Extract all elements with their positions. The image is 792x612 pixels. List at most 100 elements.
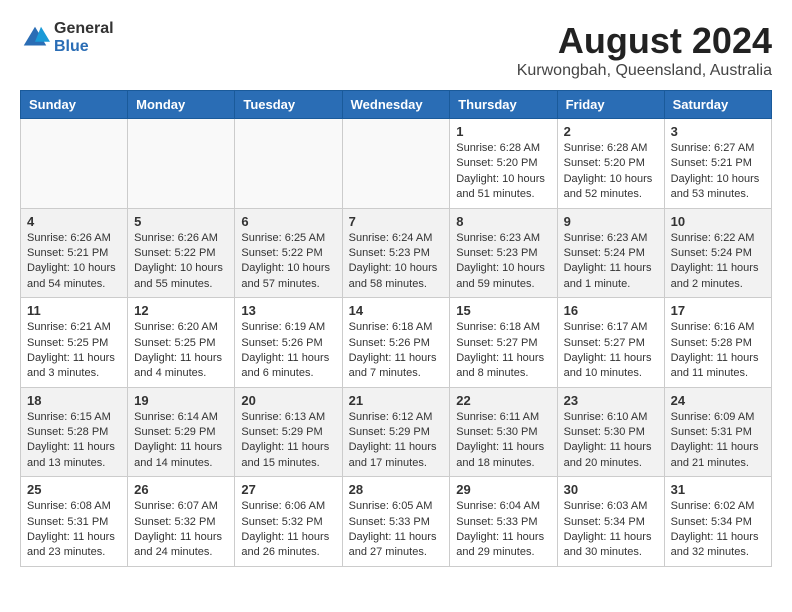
logo-text: General Blue bbox=[54, 20, 114, 55]
day-number: 4 bbox=[27, 214, 121, 229]
calendar-day: 2 Sunrise: 6:28 AMSunset: 5:20 PMDaylight… bbox=[557, 119, 664, 209]
calendar-day: 11Sunrise: 6:21 AMSunset: 5:25 PMDayligh… bbox=[21, 298, 128, 388]
day-number: 19 bbox=[134, 393, 228, 408]
day-info: Sunrise: 6:25 AMSunset: 5:22 PMDaylight:… bbox=[241, 231, 335, 293]
day-info: Sunrise: 6:22 AMSunset: 5:24 PMDaylight:… bbox=[671, 231, 765, 293]
day-info: Sunrise: 6:18 AMSunset: 5:27 PMDaylight:… bbox=[456, 320, 550, 382]
calendar-day bbox=[342, 119, 450, 209]
calendar-day: 8 Sunrise: 6:23 AMSunset: 5:23 PMDaylight… bbox=[450, 208, 557, 298]
day-number: 24 bbox=[671, 393, 765, 408]
day-info: Sunrise: 6:26 AMSunset: 5:22 PMDaylight:… bbox=[134, 231, 228, 293]
calendar-week-3: 11Sunrise: 6:21 AMSunset: 5:25 PMDayligh… bbox=[21, 298, 772, 388]
day-info: Sunrise: 6:13 AMSunset: 5:29 PMDaylight:… bbox=[241, 410, 335, 472]
day-number: 31 bbox=[671, 482, 765, 497]
calendar-day: 19Sunrise: 6:14 AMSunset: 5:29 PMDayligh… bbox=[128, 387, 235, 477]
calendar-day bbox=[235, 119, 342, 209]
day-number: 20 bbox=[241, 393, 335, 408]
logo-icon bbox=[20, 23, 50, 53]
calendar-day bbox=[21, 119, 128, 209]
day-number: 11 bbox=[27, 303, 121, 318]
day-header-monday: Monday bbox=[128, 91, 235, 119]
calendar-week-2: 4 Sunrise: 6:26 AMSunset: 5:21 PMDaylight… bbox=[21, 208, 772, 298]
page-header: General Blue August 2024 Kurwongbah, Que… bbox=[20, 20, 772, 80]
day-number: 7 bbox=[349, 214, 444, 229]
day-number: 13 bbox=[241, 303, 335, 318]
day-info: Sunrise: 6:11 AMSunset: 5:30 PMDaylight:… bbox=[456, 410, 550, 472]
calendar-day: 21 Sunrise: 6:12 AMSunset: 5:29 PMDayligh… bbox=[342, 387, 450, 477]
day-number: 2 bbox=[564, 124, 658, 139]
calendar-day: 14Sunrise: 6:18 AMSunset: 5:26 PMDayligh… bbox=[342, 298, 450, 388]
calendar-day: 26 Sunrise: 6:07 AMSunset: 5:32 PMDayligh… bbox=[128, 477, 235, 567]
day-info: Sunrise: 6:03 AMSunset: 5:34 PMDaylight:… bbox=[564, 499, 658, 561]
day-number: 18 bbox=[27, 393, 121, 408]
calendar-day bbox=[128, 119, 235, 209]
day-number: 26 bbox=[134, 482, 228, 497]
day-number: 10 bbox=[671, 214, 765, 229]
day-header-friday: Friday bbox=[557, 91, 664, 119]
day-info: Sunrise: 6:23 AMSunset: 5:23 PMDaylight:… bbox=[456, 231, 550, 293]
day-number: 5 bbox=[134, 214, 228, 229]
day-info: Sunrise: 6:04 AMSunset: 5:33 PMDaylight:… bbox=[456, 499, 550, 561]
calendar-day: 13Sunrise: 6:19 AMSunset: 5:26 PMDayligh… bbox=[235, 298, 342, 388]
day-header-wednesday: Wednesday bbox=[342, 91, 450, 119]
day-number: 28 bbox=[349, 482, 444, 497]
day-number: 15 bbox=[456, 303, 550, 318]
calendar-day: 25 Sunrise: 6:08 AMSunset: 5:31 PMDayligh… bbox=[21, 477, 128, 567]
subtitle: Kurwongbah, Queensland, Australia bbox=[517, 62, 772, 80]
calendar-table: SundayMondayTuesdayWednesdayThursdayFrid… bbox=[20, 90, 772, 567]
calendar-day: 3Sunrise: 6:27 AMSunset: 5:21 PMDaylight… bbox=[664, 119, 771, 209]
main-title: August 2024 bbox=[517, 20, 772, 62]
day-header-tuesday: Tuesday bbox=[235, 91, 342, 119]
day-number: 22 bbox=[456, 393, 550, 408]
day-header-sunday: Sunday bbox=[21, 91, 128, 119]
day-info: Sunrise: 6:08 AMSunset: 5:31 PMDaylight:… bbox=[27, 499, 121, 561]
day-info: Sunrise: 6:27 AMSunset: 5:21 PMDaylight:… bbox=[671, 141, 765, 203]
calendar-day: 31 Sunrise: 6:02 AMSunset: 5:34 PMDayligh… bbox=[664, 477, 771, 567]
calendar-day: 16Sunrise: 6:17 AMSunset: 5:27 PMDayligh… bbox=[557, 298, 664, 388]
day-info: Sunrise: 6:23 AMSunset: 5:24 PMDaylight:… bbox=[564, 231, 658, 293]
day-info: Sunrise: 6:07 AMSunset: 5:32 PMDaylight:… bbox=[134, 499, 228, 561]
day-info: Sunrise: 6:05 AMSunset: 5:33 PMDaylight:… bbox=[349, 499, 444, 561]
day-number: 27 bbox=[241, 482, 335, 497]
calendar-day: 30Sunrise: 6:03 AMSunset: 5:34 PMDayligh… bbox=[557, 477, 664, 567]
day-info: Sunrise: 6:06 AMSunset: 5:32 PMDaylight:… bbox=[241, 499, 335, 561]
day-number: 17 bbox=[671, 303, 765, 318]
calendar-day: 27 Sunrise: 6:06 AMSunset: 5:32 PMDayligh… bbox=[235, 477, 342, 567]
calendar-day: 18 Sunrise: 6:15 AMSunset: 5:28 PMDayligh… bbox=[21, 387, 128, 477]
calendar-day: 7 Sunrise: 6:24 AMSunset: 5:23 PMDaylight… bbox=[342, 208, 450, 298]
day-info: Sunrise: 6:20 AMSunset: 5:25 PMDaylight:… bbox=[134, 320, 228, 382]
day-info: Sunrise: 6:10 AMSunset: 5:30 PMDaylight:… bbox=[564, 410, 658, 472]
day-number: 14 bbox=[349, 303, 444, 318]
calendar-day: 9 Sunrise: 6:23 AMSunset: 5:24 PMDaylight… bbox=[557, 208, 664, 298]
day-number: 29 bbox=[456, 482, 550, 497]
day-number: 12 bbox=[134, 303, 228, 318]
day-number: 23 bbox=[564, 393, 658, 408]
calendar-day: 23 Sunrise: 6:10 AMSunset: 5:30 PMDayligh… bbox=[557, 387, 664, 477]
calendar-day: 12 Sunrise: 6:20 AMSunset: 5:25 PMDayligh… bbox=[128, 298, 235, 388]
day-info: Sunrise: 6:12 AMSunset: 5:29 PMDaylight:… bbox=[349, 410, 444, 472]
calendar-day: 4 Sunrise: 6:26 AMSunset: 5:21 PMDaylight… bbox=[21, 208, 128, 298]
day-info: Sunrise: 6:28 AMSunset: 5:20 PMDaylight:… bbox=[564, 141, 658, 203]
calendar-day: 5 Sunrise: 6:26 AMSunset: 5:22 PMDaylight… bbox=[128, 208, 235, 298]
logo-blue-text: Blue bbox=[54, 38, 114, 56]
calendar-day: 6Sunrise: 6:25 AMSunset: 5:22 PMDaylight… bbox=[235, 208, 342, 298]
day-number: 25 bbox=[27, 482, 121, 497]
day-info: Sunrise: 6:02 AMSunset: 5:34 PMDaylight:… bbox=[671, 499, 765, 561]
calendar-day: 1Sunrise: 6:28 AMSunset: 5:20 PMDaylight… bbox=[450, 119, 557, 209]
calendar-header-row: SundayMondayTuesdayWednesdayThursdayFrid… bbox=[21, 91, 772, 119]
logo: General Blue bbox=[20, 20, 114, 55]
day-number: 9 bbox=[564, 214, 658, 229]
calendar-day: 29 Sunrise: 6:04 AMSunset: 5:33 PMDayligh… bbox=[450, 477, 557, 567]
calendar-week-4: 18 Sunrise: 6:15 AMSunset: 5:28 PMDayligh… bbox=[21, 387, 772, 477]
title-section: August 2024 Kurwongbah, Queensland, Aust… bbox=[517, 20, 772, 80]
day-info: Sunrise: 6:15 AMSunset: 5:28 PMDaylight:… bbox=[27, 410, 121, 472]
day-number: 8 bbox=[456, 214, 550, 229]
calendar-day: 28 Sunrise: 6:05 AMSunset: 5:33 PMDayligh… bbox=[342, 477, 450, 567]
day-info: Sunrise: 6:26 AMSunset: 5:21 PMDaylight:… bbox=[27, 231, 121, 293]
calendar-day: 15 Sunrise: 6:18 AMSunset: 5:27 PMDayligh… bbox=[450, 298, 557, 388]
logo-general-text: General bbox=[54, 20, 114, 38]
calendar-day: 17Sunrise: 6:16 AMSunset: 5:28 PMDayligh… bbox=[664, 298, 771, 388]
day-number: 21 bbox=[349, 393, 444, 408]
calendar-day: 24Sunrise: 6:09 AMSunset: 5:31 PMDayligh… bbox=[664, 387, 771, 477]
day-info: Sunrise: 6:24 AMSunset: 5:23 PMDaylight:… bbox=[349, 231, 444, 293]
